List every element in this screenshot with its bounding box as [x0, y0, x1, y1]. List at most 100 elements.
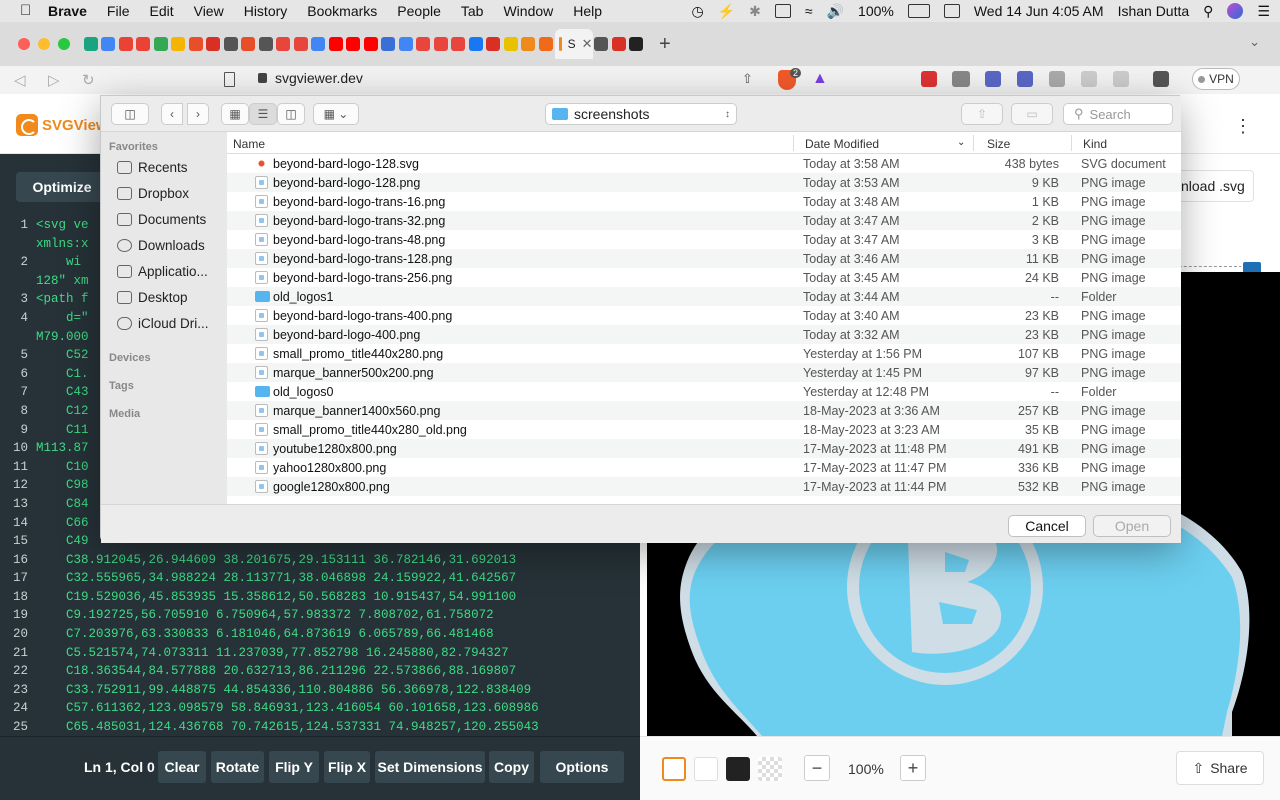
sidebar-item-desktop[interactable]: Desktop	[117, 290, 225, 305]
optimize-button[interactable]: Optimize	[16, 172, 108, 202]
file-row[interactable]: old_logos0 Yesterday at 12:48 PM -- Folder	[227, 382, 1181, 401]
minimize-window-button[interactable]	[38, 38, 50, 50]
extension-icon[interactable]	[921, 71, 937, 87]
tab[interactable]	[240, 29, 258, 59]
code-line[interactable]: 20 C7.203976,63.330833 6.181046,64.87361…	[0, 627, 640, 646]
column-separator[interactable]	[973, 135, 974, 151]
tab[interactable]	[380, 29, 398, 59]
column-size-header[interactable]: Size	[987, 137, 1010, 151]
options-button[interactable]: Options	[540, 751, 624, 783]
downloads-icon[interactable]	[1081, 71, 1097, 87]
file-row[interactable]: beyond-bard-logo-trans-256.png Today at 3…	[227, 268, 1181, 287]
menu-window[interactable]: Window	[503, 3, 553, 19]
tab[interactable]	[415, 29, 433, 59]
new-tab-button[interactable]: +	[659, 33, 671, 56]
sidebar-toggle-button[interactable]: ◫	[111, 103, 149, 125]
tab[interactable]	[345, 29, 363, 59]
tab[interactable]	[610, 29, 628, 59]
bolt-icon[interactable]: ⚡	[718, 3, 735, 20]
file-row[interactable]: youtube1280x800.png 17-May-2023 at 11:48 …	[227, 439, 1181, 458]
control-center-icon[interactable]: ☰	[1257, 3, 1270, 20]
wifi-icon[interactable]: ≈	[805, 3, 813, 19]
background-white-swatch-selected[interactable]	[662, 757, 686, 781]
clear-button[interactable]: Clear	[158, 751, 206, 783]
file-row[interactable]: beyond-bard-logo-trans-16.png Today at 3:…	[227, 192, 1181, 211]
file-row[interactable]: beyond-bard-logo-128.png Today at 3:53 AM…	[227, 173, 1181, 192]
set-dimensions-button[interactable]: Set Dimensions	[375, 751, 485, 783]
tab[interactable]	[82, 29, 100, 59]
background-black-swatch[interactable]	[726, 757, 750, 781]
devices-header[interactable]: Devices	[109, 352, 151, 364]
calendar-icon[interactable]	[943, 4, 960, 18]
sidebar-item-applications[interactable]: Applicatio...	[117, 264, 225, 279]
code-line[interactable]: 18 C19.529036,45.853935 15.358612,50.568…	[0, 590, 640, 609]
tab[interactable]	[450, 29, 468, 59]
reload-button[interactable]: ↻	[82, 71, 102, 89]
menu-history[interactable]: History	[244, 3, 288, 19]
rotate-button[interactable]: Rotate	[211, 751, 264, 783]
file-row[interactable]: beyond-bard-logo-128.svg Today at 3:58 AM…	[227, 154, 1181, 173]
back-nav-button[interactable]: ‹	[161, 103, 183, 125]
zoom-in-button[interactable]: +	[900, 755, 926, 781]
flip-y-button[interactable]: Flip Y	[269, 751, 319, 783]
tab[interactable]	[222, 29, 240, 59]
sidebar-item-recents[interactable]: Recents	[117, 160, 225, 175]
siri-icon[interactable]	[1227, 3, 1244, 19]
wallet-icon[interactable]	[1153, 71, 1169, 87]
media-header[interactable]: Media	[109, 408, 140, 420]
menu-tab[interactable]: Tab	[461, 3, 484, 19]
file-row[interactable]: marque_banner1400x560.png 18-May-2023 at …	[227, 401, 1181, 420]
extensions-puzzle-icon[interactable]	[1049, 71, 1065, 87]
reading-list-icon[interactable]	[985, 71, 1001, 87]
extension-icon[interactable]	[1017, 71, 1033, 87]
tab[interactable]	[152, 29, 170, 59]
code-line[interactable]: 19 C9.192725,56.705910 6.750964,57.98337…	[0, 608, 640, 627]
tab[interactable]	[257, 29, 275, 59]
file-row[interactable]: beyond-bard-logo-trans-32.png Today at 3:…	[227, 211, 1181, 230]
column-separator[interactable]	[793, 135, 794, 151]
back-button[interactable]: ◁	[14, 71, 34, 89]
tab[interactable]	[135, 29, 153, 59]
volume-icon[interactable]: 🔊	[827, 3, 844, 20]
tab[interactable]	[310, 29, 328, 59]
code-line[interactable]: 23 C33.752911,99.448875 44.854336,110.80…	[0, 683, 640, 702]
tags-header[interactable]: Tags	[109, 380, 134, 392]
tab-overflow-icon[interactable]: ⌄	[1249, 34, 1260, 50]
clock[interactable]: Wed 14 Jun 4:05 AM	[974, 3, 1104, 19]
tab[interactable]	[467, 29, 485, 59]
spotlight-search-icon[interactable]: ⚲	[1203, 3, 1213, 20]
tab[interactable]	[292, 29, 310, 59]
list-view-button[interactable]: ☰	[249, 103, 277, 125]
file-row[interactable]: old_logos1 Today at 3:44 AM -- Folder	[227, 287, 1181, 306]
close-window-button[interactable]	[18, 38, 30, 50]
tab[interactable]	[397, 29, 415, 59]
apple-menu-icon[interactable]: 	[20, 3, 36, 19]
tab[interactable]	[275, 29, 293, 59]
background-transparent-swatch[interactable]	[758, 757, 782, 781]
column-name-header[interactable]: Name	[233, 137, 265, 151]
download-svg-button[interactable]: nload .svg	[1170, 170, 1254, 202]
user-name[interactable]: Ishan Dutta	[1118, 3, 1190, 19]
time-machine-icon[interactable]: ◷	[692, 3, 704, 20]
share-page-icon[interactable]: ⇧	[742, 71, 753, 87]
crx-extension-icon[interactable]	[952, 71, 970, 87]
zoom-out-button[interactable]: −	[804, 755, 830, 781]
battery-icon[interactable]	[907, 4, 930, 18]
search-field[interactable]: ⚲ Search	[1063, 103, 1173, 125]
bookmark-icon[interactable]	[224, 72, 235, 87]
file-row[interactable]: small_promo_title440x280_old.png 18-May-2…	[227, 420, 1181, 439]
code-line[interactable]: 21 C5.521574,74.073311 11.237039,77.8527…	[0, 646, 640, 665]
tab[interactable]	[502, 29, 520, 59]
sidebar-item-icloud[interactable]: iCloud Dri...	[117, 316, 225, 331]
keyboard-icon[interactable]	[774, 4, 791, 18]
tag-disabled-button[interactable]: ▭	[1011, 103, 1053, 125]
copy-button[interactable]: Copy	[489, 751, 534, 783]
file-row[interactable]: marque_banner500x200.png Yesterday at 1:4…	[227, 363, 1181, 382]
menu-app-name[interactable]: Brave	[48, 3, 87, 19]
menu-file[interactable]: File	[107, 3, 130, 19]
tab[interactable]	[520, 29, 538, 59]
forward-button[interactable]: ▷	[48, 71, 68, 89]
tab[interactable]	[100, 29, 118, 59]
file-row[interactable]: beyond-bard-logo-trans-48.png Today at 3:…	[227, 230, 1181, 249]
share-button[interactable]: ⇧ Share	[1176, 751, 1264, 785]
